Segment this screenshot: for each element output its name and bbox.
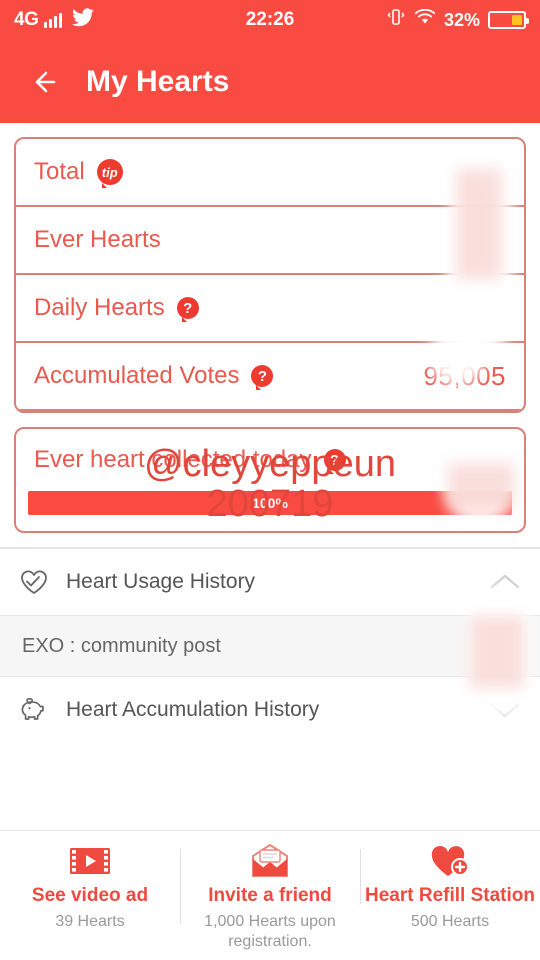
history-item-label: EXO : community post (22, 634, 221, 657)
video-ad-icon (67, 841, 113, 881)
battery-percent-label: 32% (443, 9, 480, 30)
today-progress-wrap: 100% (16, 491, 524, 531)
vibrate-icon (386, 8, 406, 32)
summary-row-label: Accumulated Votes (34, 362, 240, 389)
today-hearts-label: Ever heart collected today (34, 446, 312, 473)
heart-usage-history-row[interactable]: Heart Usage History (0, 549, 540, 615)
battery-icon (488, 11, 529, 29)
bottom-item-title: Heart Refill Station (365, 885, 535, 906)
bottom-action-bar: See video ad 39 Hearts Invite a friend 1… (0, 830, 540, 960)
summary-row-accumulated-votes[interactable]: Accumulated Votes ? 95,005 (16, 343, 524, 411)
see-video-ad-button[interactable]: See video ad 39 Hearts (0, 841, 180, 932)
bottom-item-subtitle: 500 Hearts (410, 913, 490, 930)
help-badge-icon[interactable]: ? (323, 449, 346, 474)
summary-row-label: Daily Hearts (34, 294, 165, 321)
today-progress-bar: 100% (28, 491, 512, 515)
today-hearts-row[interactable]: Ever heart collected today ? (16, 429, 524, 491)
summary-row-label: Total (34, 158, 85, 185)
summary-row-label: Ever Hearts (34, 226, 161, 253)
chevron-down-icon[interactable] (488, 700, 522, 720)
today-progress-label: 100% (252, 495, 288, 511)
today-hearts-card: Ever heart collected today ? 100% (14, 427, 526, 533)
app-bar: My Hearts (0, 40, 540, 123)
heart-refill-station-button[interactable]: Heart Refill Station 500 Hearts (360, 841, 540, 932)
wifi-icon (414, 8, 436, 32)
envelope-icon (247, 841, 293, 881)
twitter-bird-icon (72, 7, 95, 33)
page-title: My Hearts (86, 64, 230, 98)
piggy-bank-heart-icon (18, 694, 50, 726)
bottom-item-subtitle: 39 Hearts (55, 913, 125, 930)
summary-row-ever-hearts[interactable]: Ever Hearts (16, 207, 524, 275)
help-badge-icon[interactable]: ? (251, 365, 274, 390)
back-arrow-icon[interactable] (28, 67, 58, 97)
heart-accumulation-history-label: Heart Accumulation History (66, 698, 320, 721)
heart-plus-icon (427, 841, 473, 881)
status-bar-right: 32% (386, 8, 529, 32)
bottom-item-title: Invite a friend (208, 885, 332, 906)
summary-row-value: 95,005 (423, 360, 506, 391)
signal-bars-icon (44, 12, 63, 28)
heart-accumulation-history-row[interactable]: Heart Accumulation History (0, 677, 540, 743)
status-bar: 4G 22:26 32% (0, 0, 540, 40)
app-screen: 4G 22:26 32% My Hearts Total tip Ever He… (0, 0, 540, 960)
summary-row-daily-hearts[interactable]: Daily Hearts ? (16, 275, 524, 343)
heart-usage-history-item[interactable]: EXO : community post (0, 615, 540, 677)
tip-badge-icon[interactable]: tip (96, 159, 123, 188)
bottom-item-title: See video ad (31, 885, 149, 906)
invite-a-friend-button[interactable]: Invite a friend 1,000 Hearts upon regist… (180, 841, 360, 952)
network-type-label: 4G (14, 9, 39, 30)
summary-row-total[interactable]: Total tip (16, 139, 524, 207)
help-badge-icon[interactable]: ? (176, 297, 199, 322)
hearts-summary-card: Total tip Ever Hearts Daily Hearts ? Acc… (14, 137, 526, 413)
heart-usage-history-label: Heart Usage History (66, 570, 256, 593)
status-bar-left: 4G (14, 7, 95, 33)
chevron-up-icon[interactable] (488, 572, 522, 592)
bottom-item-subtitle: 1,000 Hearts upon registration. (204, 913, 336, 950)
heart-check-icon (18, 566, 50, 598)
